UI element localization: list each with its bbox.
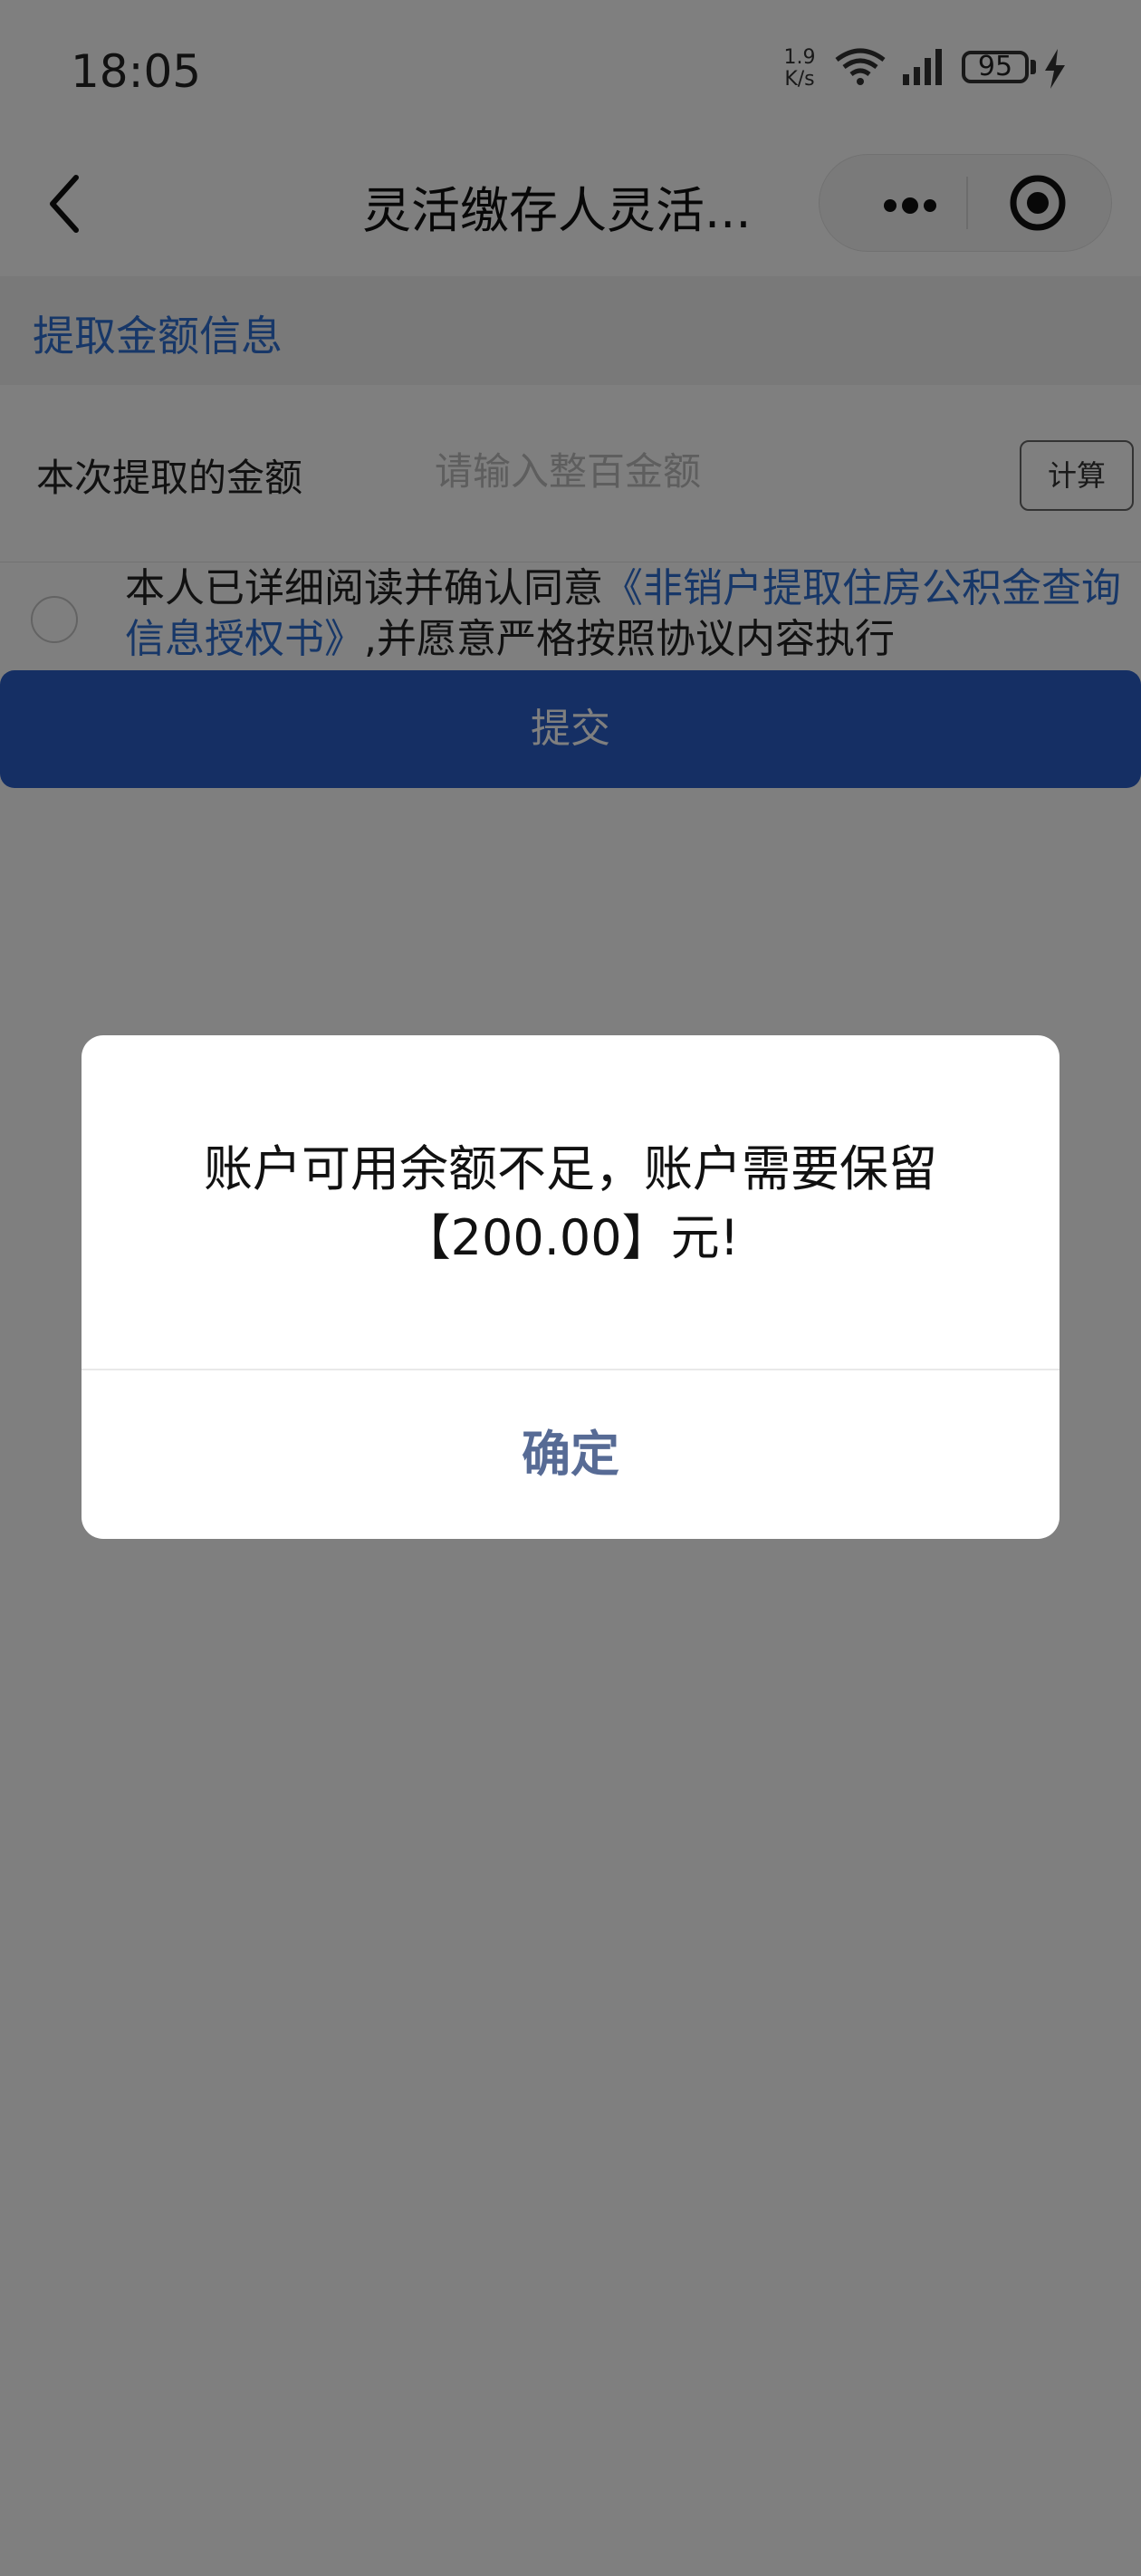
dialog-message-line2: 【200.00】元!: [401, 1209, 740, 1266]
confirm-button[interactable]: 确定: [82, 1370, 1060, 1539]
alert-dialog: 账户可用余额不足，账户需要保留 【200.00】元! 确定: [82, 1035, 1060, 1539]
dialog-message-line1: 账户可用余额不足，账户需要保留: [204, 1140, 937, 1197]
dialog-message: 账户可用余额不足，账户需要保留 【200.00】元!: [154, 1135, 987, 1273]
